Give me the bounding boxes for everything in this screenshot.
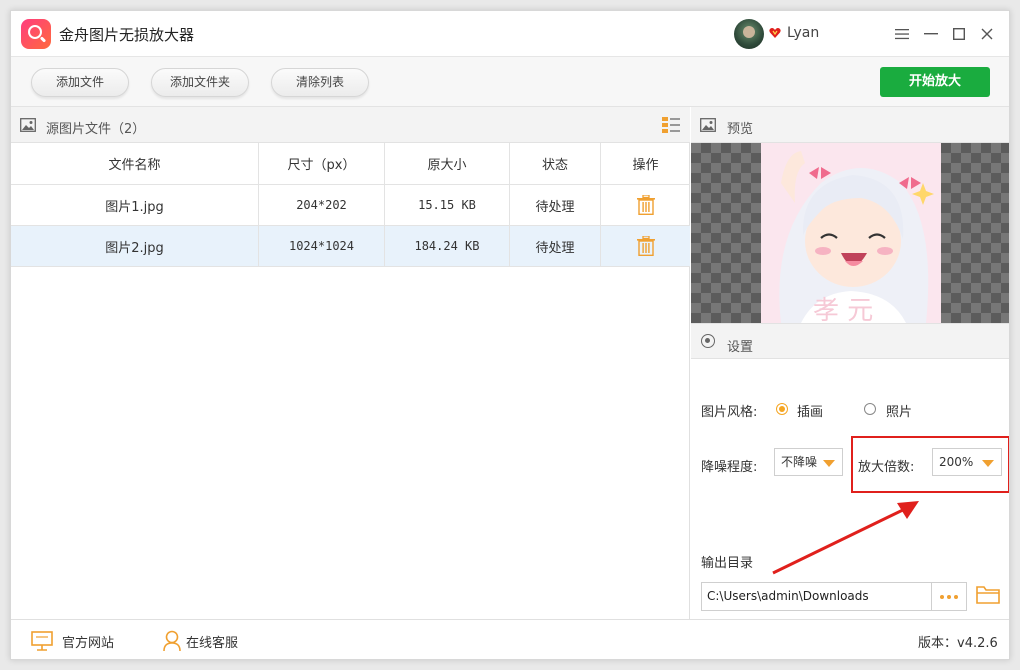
file-list-panel: 源图片文件（2） 文件名称 尺寸（px） 原大小 状态 操作 图片1.jpg 2…: [11, 107, 690, 619]
column-header-size: 尺寸（px）: [259, 143, 385, 184]
file-table: 文件名称 尺寸（px） 原大小 状态 操作 图片1.jpg 204*202 15…: [11, 143, 690, 267]
minimize-button[interactable]: [918, 21, 944, 47]
column-header-action: 操作: [632, 158, 659, 173]
maximize-icon: [953, 28, 965, 40]
anime-girl-illustration: 孝 元: [761, 143, 941, 323]
denoise-select[interactable]: 不降噪: [774, 448, 843, 476]
trash-icon: [636, 236, 655, 256]
clear-list-button[interactable]: 清除列表: [271, 68, 369, 97]
avatar[interactable]: [734, 19, 764, 49]
file-status: 待处理: [510, 226, 601, 266]
toolbar: 添加文件 添加文件夹 清除列表 开始放大: [11, 57, 1009, 107]
chevron-down-icon: [823, 460, 835, 467]
menu-icon: [895, 29, 909, 40]
right-panel: 预览 孝 元 设置 图片风格: 插画 照片 降噪程度: 不降噪 放大倍数: 20…: [691, 107, 1009, 619]
preview-title: 预览: [727, 122, 754, 137]
settings-header: 设置: [691, 323, 1009, 359]
table-row[interactable]: 图片2.jpg 1024*1024 184.24 KB 待处理: [11, 226, 690, 267]
column-header-filesize: 原大小: [385, 143, 510, 184]
file-name: 图片1.jpg: [11, 185, 259, 225]
image-icon: [20, 118, 36, 132]
svg-text:孝 元: 孝 元: [813, 296, 873, 323]
red-arrow-annotation: [772, 501, 919, 575]
style-photo-radio[interactable]: [864, 403, 876, 415]
add-folder-button[interactable]: 添加文件夹: [151, 68, 249, 97]
source-header: 源图片文件（2）: [11, 107, 690, 143]
style-label: 图片风格:: [701, 405, 758, 420]
settings-title: 设置: [727, 340, 754, 355]
style-illustration-label[interactable]: 插画: [797, 401, 823, 420]
version-number: v4.2.6: [957, 636, 998, 651]
column-header-status: 状态: [510, 143, 601, 184]
user-name[interactable]: Lyan: [787, 25, 819, 41]
denoise-value: 不降噪: [781, 455, 818, 469]
source-title: 源图片文件（2）: [46, 122, 146, 137]
close-icon: [981, 28, 993, 40]
app-window: 金舟图片无损放大器 Lyan 添加文件 添加文件夹 清除列表 开始放大 源图片文…: [10, 10, 1010, 660]
folder-icon[interactable]: [976, 585, 1000, 605]
close-button[interactable]: [974, 21, 1000, 47]
start-upscale-button[interactable]: 开始放大: [880, 67, 990, 97]
vip-heart-icon: [769, 28, 781, 38]
version-label: 版本：: [918, 636, 958, 651]
title-bar: 金舟图片无损放大器 Lyan: [11, 11, 1009, 57]
output-path-input[interactable]: C:\Users\admin\Downloads: [701, 582, 932, 611]
maximize-button[interactable]: [946, 21, 972, 47]
list-view-icon[interactable]: [662, 117, 680, 133]
preview-image: 孝 元: [761, 143, 941, 323]
menu-button[interactable]: [889, 21, 915, 47]
minimize-icon: [924, 33, 938, 35]
trash-icon: [636, 195, 655, 215]
monitor-icon: [31, 631, 53, 651]
output-label: 输出目录: [701, 556, 754, 571]
add-file-button[interactable]: 添加文件: [31, 68, 129, 97]
app-title: 金舟图片无损放大器: [59, 26, 195, 44]
preview-area: 孝 元: [691, 143, 1009, 323]
image-icon: [700, 118, 716, 132]
official-website-link[interactable]: 官方网站: [62, 632, 114, 651]
file-dimensions: 1024*1024: [259, 226, 385, 266]
settings-icon: [701, 334, 715, 348]
status-bar: 官方网站 在线客服 版本：v4.2.6: [11, 619, 1009, 659]
preview-header: 预览: [691, 107, 1009, 143]
browse-more-button[interactable]: [932, 582, 967, 611]
app-logo-icon: [21, 19, 51, 49]
delete-button[interactable]: [601, 226, 690, 266]
column-header-name: 文件名称: [11, 143, 259, 184]
delete-button[interactable]: [601, 185, 690, 225]
file-size: 15.15 KB: [385, 185, 510, 225]
file-name: 图片2.jpg: [11, 226, 259, 266]
version-info: 版本：v4.2.6: [918, 632, 998, 651]
style-illustration-radio[interactable]: [776, 403, 788, 415]
table-header: 文件名称 尺寸（px） 原大小 状态 操作: [11, 143, 690, 185]
file-size: 184.24 KB: [385, 226, 510, 266]
file-dimensions: 204*202: [259, 185, 385, 225]
highlight-annotation: [851, 436, 1009, 493]
table-row[interactable]: 图片1.jpg 204*202 15.15 KB 待处理: [11, 185, 690, 226]
customer-service-icon: [163, 630, 181, 652]
online-support-link[interactable]: 在线客服: [186, 632, 238, 651]
file-status: 待处理: [510, 185, 601, 225]
denoise-label: 降噪程度:: [701, 460, 758, 475]
style-photo-label[interactable]: 照片: [886, 401, 912, 420]
